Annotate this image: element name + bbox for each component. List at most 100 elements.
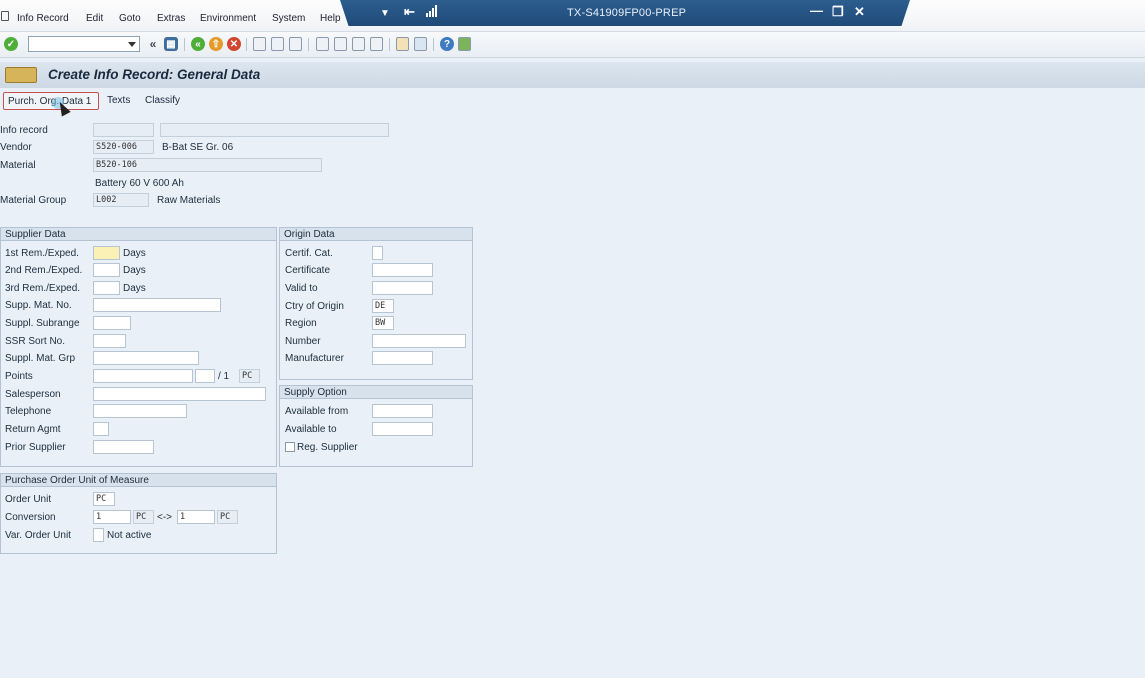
system-menu-icon[interactable]: [1, 11, 9, 21]
menu-system[interactable]: System: [272, 13, 305, 24]
find-icon[interactable]: [271, 37, 284, 51]
page-header: Create Info Record: General Data: [0, 62, 1145, 88]
first-page-icon[interactable]: [316, 37, 329, 51]
material-description: Battery 60 V 600 Ah: [95, 178, 184, 189]
rem3-days-unit: Days: [123, 283, 146, 294]
transaction-menu-icon[interactable]: [5, 67, 37, 83]
menu-edit[interactable]: Edit: [86, 13, 103, 24]
enter-check-icon[interactable]: ✓: [4, 37, 18, 51]
available-to-label: Available to: [285, 424, 337, 435]
help-icon[interactable]: ?: [440, 37, 454, 51]
supply-option-title: Supply Option: [280, 386, 472, 399]
info-record-label: Info record: [0, 125, 48, 136]
menu-goto[interactable]: Goto: [119, 13, 141, 24]
next-page-icon[interactable]: [352, 37, 365, 51]
cancel-icon[interactable]: ✕: [227, 37, 241, 51]
close-icon[interactable]: ✕: [854, 5, 865, 18]
chevron-down-icon[interactable]: [128, 42, 136, 47]
application-toolbar: Purch. Org. Data 1 Texts Classify: [0, 92, 1145, 112]
vendor-field: S520-006: [93, 140, 154, 154]
rem2-label: 2nd Rem./Exped.: [5, 265, 83, 276]
ssr-sort-no-label: SSR Sort No.: [5, 336, 66, 347]
supp-mat-no-input[interactable]: [93, 298, 221, 312]
number-input[interactable]: [372, 334, 466, 348]
manufacturer-input[interactable]: [372, 351, 433, 365]
certif-cat-input[interactable]: [372, 246, 383, 260]
certificate-input[interactable]: [372, 263, 433, 277]
rem3-input[interactable]: [93, 281, 120, 295]
material-group-label: Material Group: [0, 195, 67, 206]
command-field[interactable]: [28, 36, 140, 52]
material-field: B520-106: [93, 158, 322, 172]
reg-supplier-checkbox[interactable]: [285, 442, 295, 452]
order-unit-label: Order Unit: [5, 494, 52, 505]
region-input[interactable]: BW: [372, 316, 394, 330]
po-unit-title: Purchase Order Unit of Measure: [1, 474, 276, 487]
vendor-label: Vendor: [0, 142, 32, 153]
menu-extras[interactable]: Extras: [157, 13, 185, 24]
rem1-days-unit: Days: [123, 248, 146, 259]
prior-supplier-input[interactable]: [93, 440, 154, 454]
pin-icon[interactable]: ⇤: [404, 5, 415, 18]
exit-icon[interactable]: ⇧: [209, 37, 223, 51]
ssr-sort-no-input[interactable]: [93, 334, 126, 348]
material-group-desc: Raw Materials: [157, 195, 221, 206]
conversion-right-input[interactable]: 1: [177, 510, 215, 524]
suppl-subrange-input[interactable]: [93, 316, 131, 330]
rem2-input[interactable]: [93, 263, 120, 277]
manufacturer-label: Manufacturer: [285, 353, 344, 364]
ctry-of-origin-input[interactable]: DE: [372, 299, 394, 313]
supp-mat-no-label: Supp. Mat. No.: [5, 300, 72, 311]
points-unit-input[interactable]: [195, 369, 215, 383]
print-icon[interactable]: [253, 37, 266, 51]
conversion-arrow: <->: [157, 512, 173, 523]
signal-strength-icon: [426, 5, 438, 19]
var-order-unit-label: Var. Order Unit: [5, 530, 71, 541]
reg-supplier-label: Reg. Supplier: [297, 442, 358, 453]
shortcut-icon[interactable]: [414, 37, 427, 51]
menu-help[interactable]: Help: [320, 13, 341, 24]
layout-menu-icon[interactable]: [458, 37, 471, 51]
previous-page-icon[interactable]: [334, 37, 347, 51]
collapse-icon[interactable]: «: [146, 37, 160, 51]
order-unit-input[interactable]: PC: [93, 492, 115, 506]
menu-environment[interactable]: Environment: [200, 13, 256, 24]
find-next-icon[interactable]: [289, 37, 302, 51]
material-group-field: L002: [93, 193, 149, 207]
available-to-input[interactable]: [372, 422, 433, 436]
points-separator: / 1: [218, 371, 230, 382]
minimize-icon[interactable]: —: [810, 4, 823, 17]
var-order-unit-input[interactable]: [93, 528, 104, 542]
conversion-label: Conversion: [5, 512, 56, 523]
suppl-mat-grp-input[interactable]: [93, 351, 199, 365]
customize-dropdown-icon[interactable]: ▼: [380, 7, 390, 20]
conversion-left-unit: PC: [133, 510, 154, 524]
salesperson-input[interactable]: [93, 387, 266, 401]
return-agmt-input[interactable]: [93, 422, 109, 436]
points-label: Points: [5, 371, 33, 382]
classify-button[interactable]: Classify: [141, 92, 184, 110]
return-agmt-label: Return Agmt: [5, 424, 61, 435]
purch-org-data-button[interactable]: Purch. Org. Data 1: [3, 92, 99, 110]
available-from-input[interactable]: [372, 404, 433, 418]
new-session-icon[interactable]: [396, 37, 409, 51]
last-page-icon[interactable]: [370, 37, 383, 51]
menu-bar: Info Record Edit Goto Extras Environment…: [0, 0, 1145, 32]
telephone-input[interactable]: [93, 404, 187, 418]
vendor-name: B-Bat SE Gr. 06: [162, 142, 234, 153]
window-title-bar: ▼ ⇤ TX-S41909FP00-PREP — ❐ ✕: [340, 0, 910, 26]
info-record-field: [93, 123, 154, 137]
menu-info-record[interactable]: Info Record: [17, 13, 69, 24]
rem2-days-unit: Days: [123, 265, 146, 276]
system-toolbar: ✓ « ▦ « ⇧ ✕ ?: [0, 32, 1145, 58]
points-input[interactable]: [93, 369, 193, 383]
texts-button[interactable]: Texts: [103, 92, 134, 110]
save-icon[interactable]: ▦: [164, 37, 178, 51]
back-icon[interactable]: «: [191, 37, 205, 51]
valid-to-input[interactable]: [372, 281, 433, 295]
restore-icon[interactable]: ❐: [832, 5, 844, 18]
conversion-right-unit: PC: [217, 510, 238, 524]
prior-supplier-label: Prior Supplier: [5, 442, 66, 453]
rem1-input[interactable]: [93, 246, 120, 260]
conversion-left-input[interactable]: 1: [93, 510, 131, 524]
